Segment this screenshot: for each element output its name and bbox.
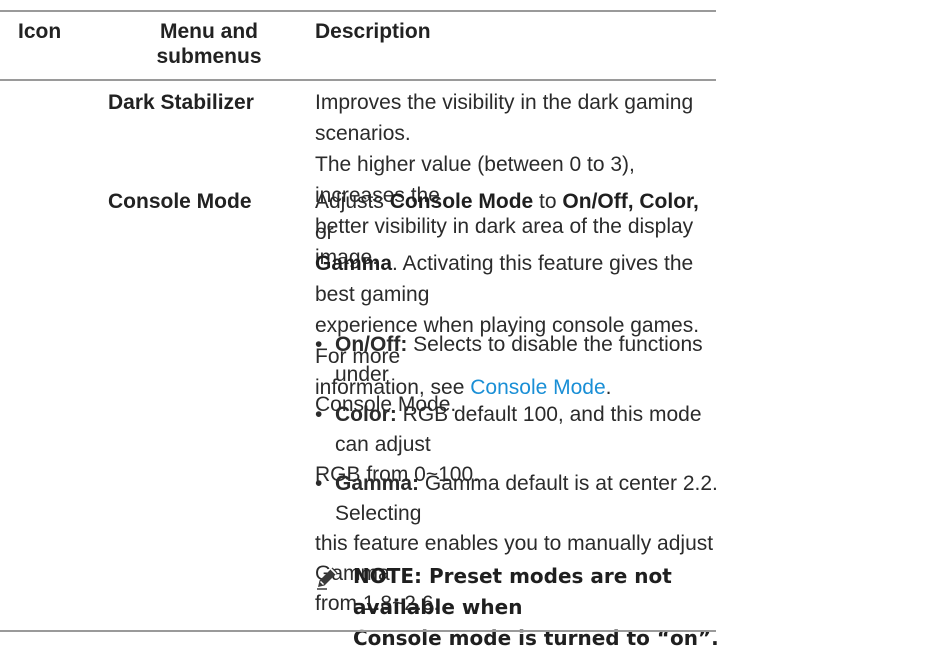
- bullet-line: Gamma: Gamma default is at center 2.2. S…: [315, 469, 720, 529]
- description-line: Gamma. Activating this feature gives the…: [315, 248, 720, 310]
- header-rule: [0, 79, 716, 81]
- bullet-term: Color:: [335, 403, 397, 426]
- text-span: to: [533, 190, 563, 213]
- description-line: Improves the visibility in the dark gami…: [315, 91, 694, 145]
- text-span: or: [315, 221, 334, 244]
- bullet-dot-icon: •: [315, 403, 323, 426]
- header-description: Description: [315, 20, 431, 43]
- pencil-note-icon: [315, 564, 341, 590]
- description-line: Adjusts Console Mode to On/Off, Color, o…: [315, 186, 720, 248]
- note-line: NOTE: Preset modes are not available whe…: [353, 564, 672, 619]
- bold-term: Console Mode: [389, 190, 534, 213]
- note-line: Console mode is turned to “on”.: [353, 626, 719, 650]
- table-top-rule: [0, 10, 716, 12]
- header-icon: Icon: [18, 20, 62, 43]
- bullet-line: Color: RGB default 100, and this mode ca…: [315, 400, 720, 460]
- note-text: NOTE: Preset modes are not available whe…: [353, 561, 743, 654]
- table-bottom-rule: [0, 630, 716, 632]
- bullet-dot-icon: •: [315, 333, 323, 356]
- bullet-line: On/Off: Selects to disable the functions…: [315, 330, 720, 390]
- text-span: Adjusts: [315, 190, 390, 213]
- menu-console-mode: Console Mode: [108, 190, 252, 213]
- bold-term: Gamma: [315, 252, 393, 275]
- header-menu-and-submenus: Menu and submenus: [134, 19, 284, 69]
- bullet-term: On/Off:: [335, 333, 408, 356]
- header-menu-line2: submenus: [156, 45, 262, 68]
- bullet-dot-icon: •: [315, 472, 323, 495]
- bold-term: On/Off, Color,: [562, 190, 699, 213]
- bullet-term: Gamma:: [335, 472, 420, 495]
- menu-dark-stabilizer: Dark Stabilizer: [108, 91, 254, 114]
- header-menu-line1: Menu and: [160, 20, 258, 43]
